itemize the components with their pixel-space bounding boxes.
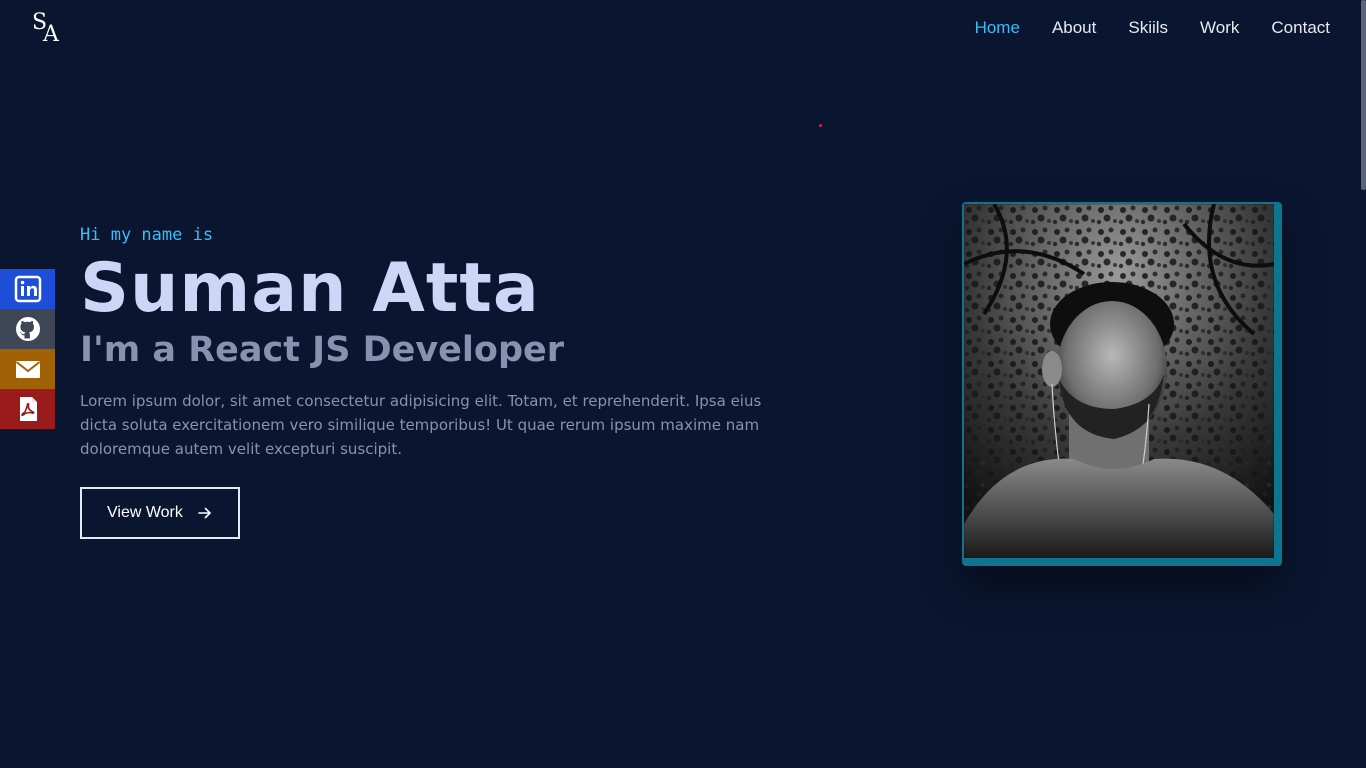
nav-item-about: About	[1052, 18, 1096, 38]
nav-item-home: Home	[975, 18, 1020, 38]
hero-description: Lorem ipsum dolor, sit amet consectetur …	[80, 392, 762, 458]
view-work-button[interactable]: View Work	[80, 487, 240, 539]
page: S A Home About Skiils Work Contact Hi my…	[0, 0, 1366, 768]
resume-pdf-link[interactable]	[0, 389, 55, 429]
hero-section: Hi my name is Suman Atta I'm a React JS …	[80, 225, 800, 539]
scrollbar-thumb[interactable]	[1361, 0, 1366, 190]
hero-name: Suman Atta	[80, 249, 540, 328]
mail-icon	[15, 361, 40, 378]
nav-link-contact[interactable]: Contact	[1271, 18, 1330, 37]
nav-link-skills[interactable]: Skiils	[1128, 18, 1168, 37]
main-nav: Home About Skiils Work Contact	[975, 18, 1330, 38]
nav-item-skills: Skiils	[1128, 18, 1168, 38]
linkedin-link[interactable]	[0, 269, 55, 309]
github-link[interactable]	[0, 309, 55, 349]
portrait-photo	[964, 204, 1274, 558]
greeting-text: Hi my name is	[80, 225, 214, 245]
github-icon	[15, 317, 40, 341]
arrow-right-icon	[198, 507, 211, 519]
logo-letter-a: A	[43, 22, 59, 47]
hero-role: I'm a React JS Developer	[80, 330, 565, 370]
portrait-image	[964, 204, 1274, 558]
page-scrollbar[interactable]	[1361, 0, 1366, 768]
logo[interactable]: S A	[30, 10, 70, 50]
linkedin-icon	[14, 275, 41, 303]
decorative-dot	[819, 124, 822, 127]
social-sidebar	[0, 269, 55, 429]
nav-link-work[interactable]: Work	[1200, 18, 1239, 37]
portrait-frame	[962, 202, 1282, 566]
email-link[interactable]	[0, 349, 55, 389]
nav-link-about[interactable]: About	[1052, 18, 1096, 37]
nav-item-contact: Contact	[1271, 18, 1330, 38]
nav-item-work: Work	[1200, 18, 1239, 38]
nav-link-home[interactable]: Home	[975, 18, 1020, 37]
pdf-icon	[19, 397, 37, 421]
view-work-label: View Work	[107, 504, 183, 521]
